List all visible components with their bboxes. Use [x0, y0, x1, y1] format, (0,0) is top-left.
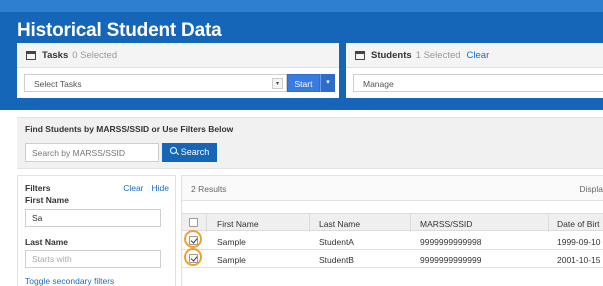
start-button[interactable]: Start [287, 74, 320, 92]
tasks-panel-header: Tasks 0 Selected [17, 43, 339, 68]
select-tasks-value: Select Tasks [34, 79, 82, 89]
results-panel: 2 Results Displa First Name Last Name MA… [181, 175, 603, 286]
column-divider [206, 214, 207, 232]
cell-first-name: Sample [217, 255, 246, 265]
cell-last-name: StudentB [319, 255, 354, 265]
header-strip [0, 0, 603, 12]
cell-last-name: StudentA [319, 237, 354, 247]
last-name-field[interactable] [25, 250, 161, 268]
row-checkbox[interactable] [189, 254, 198, 263]
results-count: 2 Results [191, 184, 227, 194]
students-clear-link[interactable]: Clear [467, 50, 490, 61]
students-panel: Students 1 Selected Clear Manage [346, 43, 603, 98]
cell-marss-ssid: 9999999999999 [420, 255, 482, 265]
search-input[interactable] [25, 143, 159, 162]
column-divider [309, 214, 310, 232]
search-icon [169, 147, 178, 155]
cell-date-of-birth: 2001-10-15 [557, 255, 601, 265]
search-button[interactable]: Search [162, 143, 217, 162]
column-header-date-of-birth[interactable]: Date of Birt [557, 219, 600, 229]
filters-title: Filters [25, 183, 51, 193]
display-options[interactable]: Displa [579, 184, 603, 194]
manage-value: Manage [363, 79, 394, 89]
students-title: Students [371, 50, 412, 61]
cell-date-of-birth: 1999-09-10 [557, 237, 601, 247]
last-name-label: Last Name [25, 237, 68, 247]
find-students-label: Find Students by MARSS/SSID or Use Filte… [25, 124, 234, 134]
column-divider [548, 214, 549, 232]
filters-clear-link[interactable]: Clear [123, 183, 143, 193]
tasks-title: Tasks [42, 50, 69, 61]
column-header-marss-ssid[interactable]: MARSS/SSID [420, 219, 472, 229]
manage-students-dropdown[interactable]: Manage [353, 74, 603, 92]
first-name-field[interactable] [25, 209, 161, 227]
column-header-first-name[interactable]: First Name [217, 219, 259, 229]
table-row[interactable]: Sample StudentA 9999999999998 1999-09-10 [182, 230, 603, 250]
first-name-label: First Name [25, 195, 69, 205]
panel-pointer [333, 99, 355, 110]
students-selected-count: 1 Selected [415, 50, 461, 61]
filters-actions: Clear Hide [115, 183, 169, 193]
results-toolbar: 2 Results Displa [182, 175, 603, 201]
tasks-list-icon [26, 51, 36, 60]
cell-first-name: Sample [217, 237, 246, 247]
students-list-icon [355, 51, 365, 60]
toggle-secondary-filters-link[interactable]: Toggle secondary filters [25, 276, 114, 286]
table-row[interactable]: Sample StudentB 9999999999999 2001-10-15 [182, 248, 603, 268]
search-button-label: Search [180, 147, 210, 157]
filters-panel: Filters Clear Hide First Name Last Name T… [17, 175, 176, 286]
chevron-down-icon: ▾ [272, 78, 283, 89]
column-divider [410, 214, 411, 232]
tasks-selected-count: 0 Selected [72, 50, 118, 61]
page-title: Historical Student Data [17, 20, 222, 41]
select-tasks-dropdown[interactable]: Select Tasks ▾ [24, 74, 287, 92]
tasks-panel: Tasks 0 Selected Select Tasks ▾ Start ▾ [17, 43, 339, 98]
filters-hide-link[interactable]: Hide [152, 183, 169, 193]
app-header: Historical Student Data Tasks 0 Selected … [0, 0, 603, 110]
column-header-last-name[interactable]: Last Name [319, 219, 360, 229]
start-dropdown-toggle[interactable]: ▾ [320, 74, 335, 92]
table-header: First Name Last Name MARSS/SSID Date of … [182, 213, 603, 232]
students-panel-header: Students 1 Selected Clear [346, 43, 603, 68]
find-students-bar: Find Students by MARSS/SSID or Use Filte… [17, 117, 603, 169]
row-checkbox[interactable] [189, 236, 198, 245]
cell-marss-ssid: 9999999999998 [420, 237, 482, 247]
select-all-checkbox[interactable] [189, 218, 198, 227]
